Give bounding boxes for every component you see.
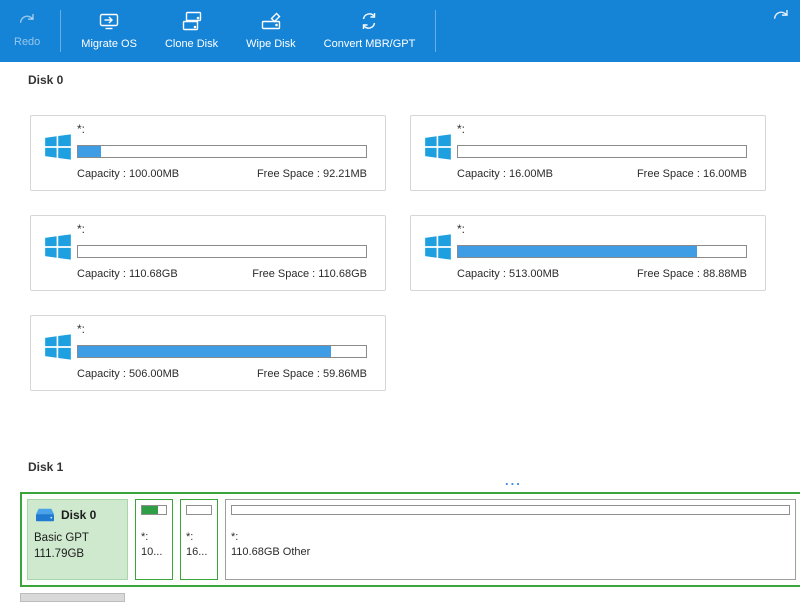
strip-usage-bar [186, 505, 212, 515]
partition-name: *: [457, 122, 465, 136]
strip-partition-size: 110.68GB Other [231, 546, 790, 558]
disk0-strip-info[interactable]: Disk 0 Basic GPT 111.79GB [27, 499, 128, 580]
toolbar: Redo Migrate OS Clone Disk [0, 0, 800, 62]
redo-label: Redo [14, 36, 40, 48]
toolbar-separator [435, 10, 436, 52]
capacity-label: Capacity : 100.00MB [77, 168, 179, 180]
windows-logo-icon [44, 333, 72, 361]
free-space-label: Free Space : 110.68GB [252, 268, 367, 280]
strip-partition-name: *: [186, 531, 212, 543]
convert-mbr-gpt-icon [357, 9, 381, 33]
strip-disk-size: 111.79GB [34, 548, 121, 560]
strip-partition-block[interactable]: *: 10... [135, 499, 173, 580]
free-space-label: Free Space : 16.00MB [637, 168, 747, 180]
disk0-section-label: Disk 0 [28, 73, 63, 87]
partition-caption-row: Capacity : 16.00MB Free Space : 16.00MB [457, 168, 747, 180]
strip-partition-name: *: [141, 531, 167, 543]
windows-logo-icon [424, 133, 452, 161]
migrate-os-label: Migrate OS [81, 38, 137, 50]
partition-name: *: [457, 222, 465, 236]
usage-bar [77, 245, 367, 258]
partition-caption-row: Capacity : 513.00MB Free Space : 88.88MB [457, 268, 747, 280]
convert-mbr-gpt-button[interactable]: Convert MBR/GPT [310, 0, 430, 62]
usage-bar [77, 145, 367, 158]
strip-partition-block[interactable]: *: 16... [180, 499, 218, 580]
partition-name: *: [77, 122, 85, 136]
wipe-disk-button[interactable]: Wipe Disk [232, 0, 310, 62]
strip-partition-size: 10... [141, 546, 167, 558]
free-space-label: Free Space : 92.21MB [257, 168, 367, 180]
strip-disk-type: Basic GPT [34, 532, 121, 544]
wipe-disk-label: Wipe Disk [246, 38, 296, 50]
partition-caption-row: Capacity : 110.68GB Free Space : 110.68G… [77, 268, 367, 280]
migrate-os-icon [97, 9, 121, 33]
main-panel: Disk 0 *: Capacity : 100.00MB Free Space… [0, 62, 800, 600]
overflow-dots[interactable]: ... [505, 473, 522, 488]
partition-caption-row: Capacity : 506.00MB Free Space : 59.86MB [77, 368, 367, 380]
usage-bar [457, 245, 747, 258]
disk1-section-label: Disk 1 [28, 460, 63, 474]
capacity-label: Capacity : 506.00MB [77, 368, 179, 380]
toolbar-separator [60, 10, 61, 52]
disk1-strip-info-partial [20, 593, 125, 602]
free-space-label: Free Space : 88.88MB [637, 268, 747, 280]
migrate-os-button[interactable]: Migrate OS [67, 0, 151, 62]
partition-name: *: [77, 222, 85, 236]
clone-disk-button[interactable]: Clone Disk [151, 0, 232, 62]
partition-caption-row: Capacity : 100.00MB Free Space : 92.21MB [77, 168, 367, 180]
partition-card[interactable]: *: Capacity : 110.68GB Free Space : 110.… [30, 215, 386, 291]
strip-partition-size: 16... [186, 546, 212, 558]
partition-card[interactable]: *: Capacity : 513.00MB Free Space : 88.8… [410, 215, 766, 291]
windows-logo-icon [44, 233, 72, 261]
clone-disk-label: Clone Disk [165, 38, 218, 50]
windows-logo-icon [424, 233, 452, 261]
windows-logo-icon [44, 133, 72, 161]
redo-icon [16, 9, 38, 31]
strip-disk-name: Disk 0 [61, 508, 96, 522]
strip-usage-bar-fill [142, 506, 158, 514]
capacity-label: Capacity : 110.68GB [77, 268, 178, 280]
strip-partition-block[interactable]: *: 110.68GB Other [225, 499, 796, 580]
disk-icon [34, 506, 56, 524]
partition-name: *: [77, 322, 85, 336]
convert-mbr-gpt-label: Convert MBR/GPT [324, 38, 416, 50]
capacity-label: Capacity : 16.00MB [457, 168, 553, 180]
strip-usage-bar [231, 505, 790, 515]
disk1-strip-partial[interactable] [20, 593, 800, 602]
strip-usage-bar [141, 505, 167, 515]
capacity-label: Capacity : 513.00MB [457, 268, 559, 280]
partition-card[interactable]: *: Capacity : 506.00MB Free Space : 59.8… [30, 315, 386, 391]
partition-card[interactable]: *: Capacity : 100.00MB Free Space : 92.2… [30, 115, 386, 191]
usage-bar-fill [78, 346, 331, 357]
usage-bar [77, 345, 367, 358]
usage-bar-fill [458, 246, 697, 257]
disk0-strip[interactable]: Disk 0 Basic GPT 111.79GB *: 10... *: 16… [20, 492, 800, 587]
free-space-label: Free Space : 59.86MB [257, 368, 367, 380]
clone-disk-icon [180, 9, 204, 33]
usage-bar [457, 145, 747, 158]
strip-partition-name: *: [231, 531, 790, 543]
refresh-icon[interactable] [770, 5, 792, 27]
partition-card[interactable]: *: Capacity : 16.00MB Free Space : 16.00… [410, 115, 766, 191]
usage-bar-fill [78, 146, 101, 157]
redo-button[interactable]: Redo [0, 0, 54, 62]
wipe-disk-icon [259, 9, 283, 33]
